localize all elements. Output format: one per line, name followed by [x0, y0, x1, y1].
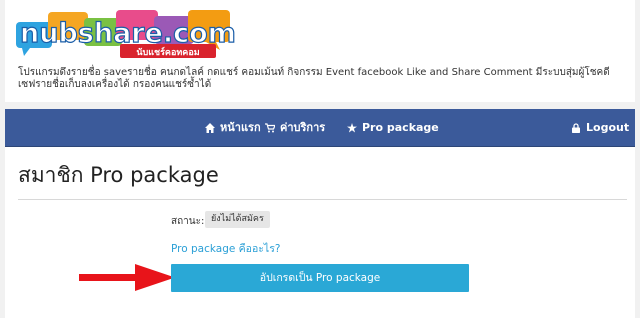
nav-logout-label: Logout [586, 121, 630, 134]
status-label: สถานะ: [171, 216, 205, 227]
nav-home-label: หน้าแรก [220, 121, 261, 134]
cart-icon [265, 123, 275, 133]
site-header: nubshare.com นับแชร์คอทคอม โปรแกรมดึงราย… [5, 0, 635, 102]
upgrade-button[interactable]: อัปเกรดเป็น Pro package [171, 264, 469, 292]
divider [18, 199, 627, 200]
nav-pro-label: Pro package [362, 121, 439, 134]
nav-home[interactable]: หน้าแรก [205, 109, 261, 147]
status-badge: ยังไม่ได้สมัคร [205, 211, 270, 228]
star-icon [347, 123, 357, 133]
nav-pro-package[interactable]: Pro package [347, 109, 439, 147]
main-navbar: หน้าแรก ค่าบริการ Pro package Logout [5, 109, 635, 147]
pro-package-info-link[interactable]: Pro package คืออะไร? [171, 240, 280, 257]
nav-services-label: ค่าบริการ [280, 121, 326, 134]
site-tagline: โปรแกรมดึงรายชื่อ saveรายชื่อ คนกดไลค์ ก… [18, 67, 610, 90]
logo-subtext: นับแชร์คอทคอม [136, 46, 199, 58]
red-arrow-icon [79, 264, 175, 291]
main-content: สมาชิก Pro package สถานะ: ยังไม่ได้สมัคร… [5, 147, 635, 318]
home-icon [205, 123, 215, 133]
page-title: สมาชิก Pro package [18, 163, 219, 187]
site-logo[interactable]: nubshare.com นับแชร์คอทคอม [16, 8, 236, 62]
lock-icon [572, 123, 580, 133]
nav-logout[interactable]: Logout [571, 109, 629, 147]
nav-services[interactable]: ค่าบริการ [265, 109, 325, 147]
